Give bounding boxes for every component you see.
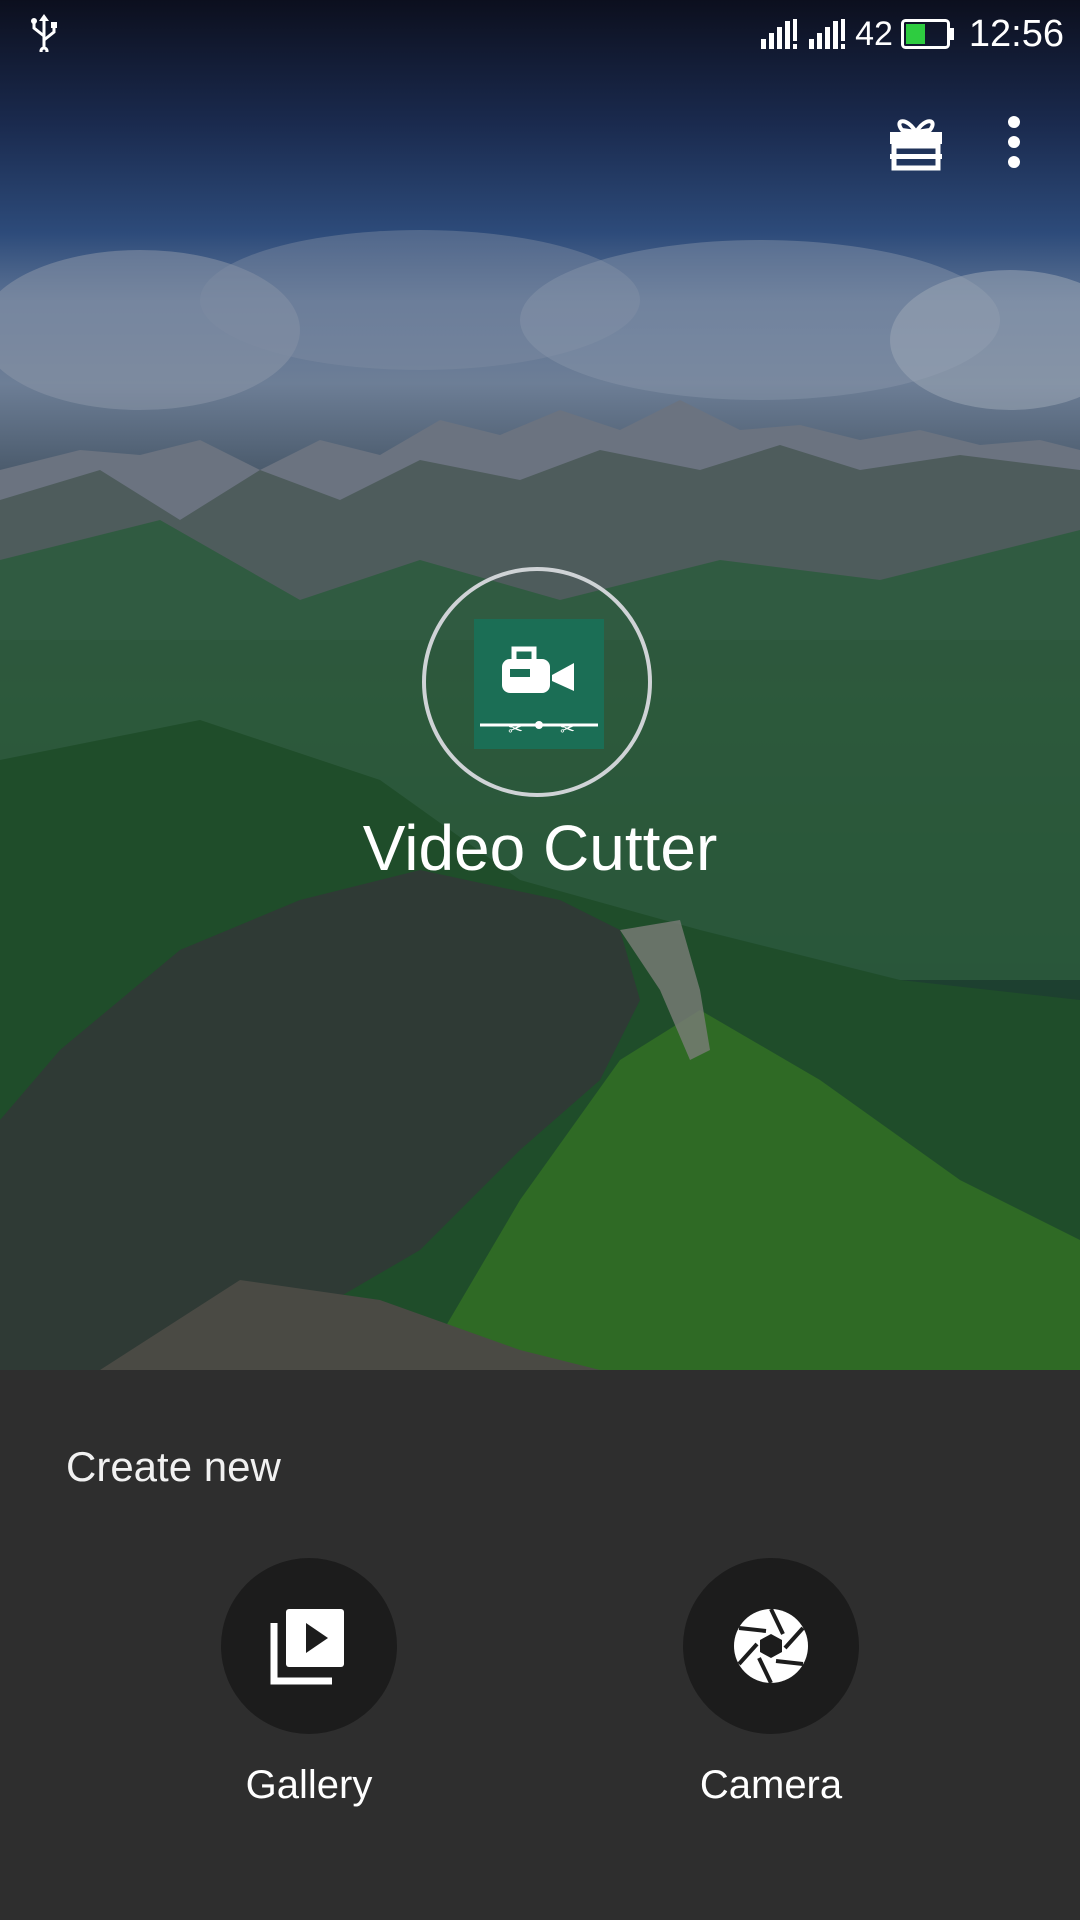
video-library-icon — [270, 1609, 344, 1685]
gift-icon[interactable] — [884, 110, 948, 174]
status-bar: 42 12:56 — [0, 0, 1080, 66]
usb-icon — [31, 14, 57, 52]
signal-icon-sim1 — [761, 19, 798, 49]
camera-label[interactable]: Camera — [641, 1760, 901, 1810]
signal-icon-sim2 — [809, 19, 846, 49]
gallery-button[interactable] — [221, 1558, 397, 1734]
svg-text:✂: ✂ — [560, 719, 575, 740]
camera-button[interactable] — [683, 1558, 859, 1734]
clock: 12:56 — [968, 13, 1064, 55]
camera-shutter-icon — [734, 1608, 808, 1684]
hero-background: 42 12:56 ✂ ✂ Video Cutter — [0, 0, 1080, 1370]
create-new-heading: Create new — [66, 1443, 281, 1490]
more-vert-icon[interactable] — [982, 110, 1046, 174]
video-cutter-logo-icon: ✂ ✂ — [474, 619, 604, 749]
battery-percentage: 42 — [855, 15, 893, 53]
create-new-panel: Create new Gallery Camera — [0, 1370, 1080, 1920]
app-title: Video Cutter — [362, 812, 718, 884]
battery-icon — [900, 19, 954, 49]
gallery-label[interactable]: Gallery — [179, 1760, 439, 1810]
svg-text:✂: ✂ — [508, 719, 523, 740]
